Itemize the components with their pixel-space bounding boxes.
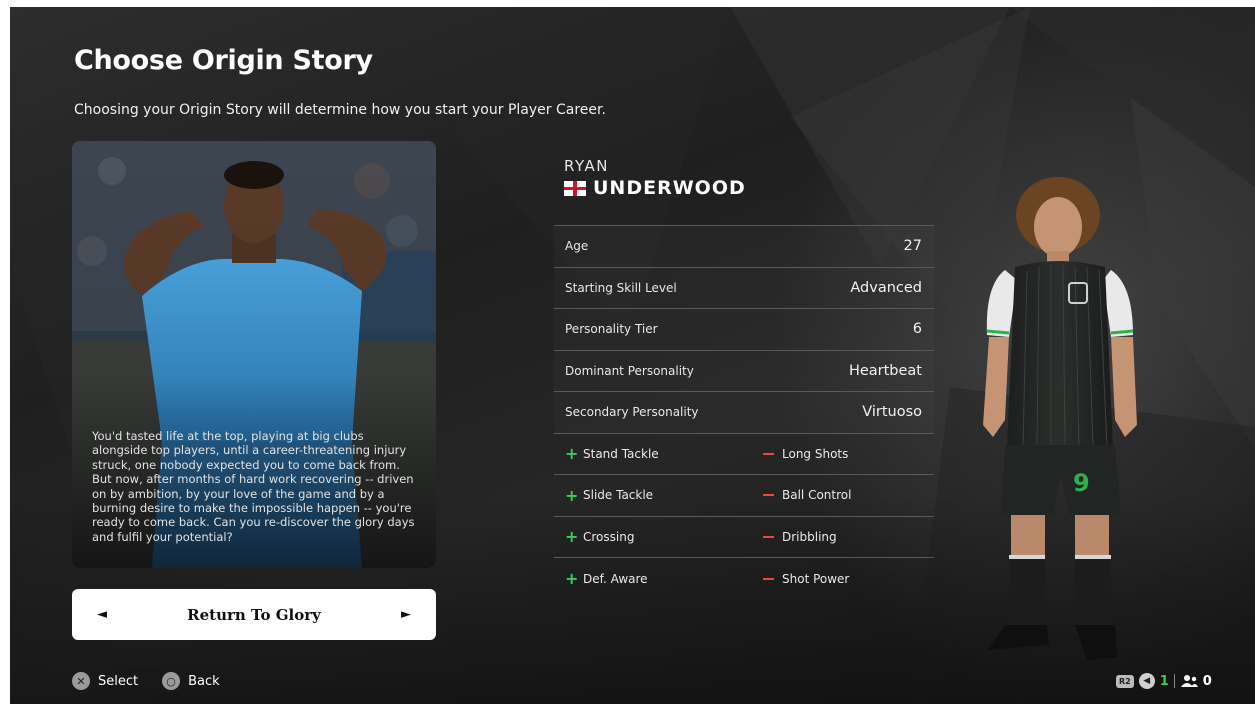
trait-label: Ball Control: [782, 488, 852, 503]
stat-label: Dominant Personality: [565, 363, 694, 378]
plus-icon: +: [565, 444, 579, 464]
plus-icon: +: [565, 527, 579, 547]
stat-row-starting-skill-level: Starting Skill Level Advanced: [554, 266, 934, 309]
minus-icon: [763, 452, 774, 455]
stat-label: Secondary Personality: [565, 405, 699, 420]
positive-trait: + Crossing: [565, 527, 763, 546]
trait-row: + Stand Tackle Long Shots: [554, 434, 934, 475]
england-flag-icon: [564, 180, 586, 196]
r2-button-icon: R2: [1116, 674, 1134, 688]
party-icon: [1180, 675, 1198, 687]
negative-trait: Ball Control: [763, 488, 851, 502]
negative-trait: Shot Power: [763, 572, 849, 586]
select-prompt[interactable]: Select: [98, 674, 138, 689]
plus-icon: +: [565, 569, 579, 589]
page-title: Choose Origin Story: [74, 45, 373, 76]
shirt-number: 9: [1073, 469, 1090, 497]
next-arrow-icon[interactable]: ►: [398, 607, 414, 622]
origin-story-card: You'd tasted life at the top, playing at…: [72, 141, 436, 568]
stat-value: Virtuoso: [862, 404, 922, 421]
trait-label: Def. Aware: [583, 571, 648, 586]
trait-label: Dribbling: [782, 529, 837, 544]
player-model: [983, 177, 1137, 660]
origin-story-selector[interactable]: ◄ Return To Glory ►: [72, 589, 436, 640]
party-count: 0: [1202, 673, 1212, 689]
game-screen: Choose Origin Story Choosing your Origin…: [10, 7, 1255, 704]
trait-row: + Def. Aware Shot Power: [554, 558, 934, 600]
stat-value: Heartbeat: [848, 362, 922, 379]
button-prompts: ✕ Select ○ Back: [72, 672, 220, 690]
positive-trait: + Stand Tackle: [565, 444, 763, 463]
trait-row: + Slide Tackle Ball Control: [554, 475, 934, 517]
stat-value: 6: [912, 321, 922, 338]
player-first-name: RYAN: [564, 157, 609, 175]
voice-chat-status: R2 ◀ 1 0: [1116, 673, 1212, 689]
back-prompt[interactable]: Back: [188, 674, 220, 689]
trait-label: Shot Power: [782, 571, 850, 586]
cross-button-icon: ✕: [72, 672, 90, 690]
circle-button-icon: ○: [162, 672, 181, 690]
stat-label: Personality Tier: [565, 322, 658, 337]
trait-label: Slide Tackle: [583, 488, 654, 503]
stat-label: Age: [565, 239, 589, 254]
player-traits: + Stand Tackle Long Shots + Slide Tackle…: [554, 432, 934, 600]
negative-trait: Dribbling: [763, 530, 837, 544]
stat-row-dominant-personality: Dominant Personality Heartbeat: [554, 349, 934, 392]
minus-icon: [763, 577, 774, 580]
stat-value: Advanced: [850, 279, 922, 296]
positive-trait: + Def. Aware: [565, 569, 763, 588]
positive-trait: + Slide Tackle: [565, 486, 763, 505]
trait-row: + Crossing Dribbling: [554, 517, 934, 558]
plus-icon: +: [565, 485, 579, 505]
stat-label: Starting Skill Level: [565, 280, 677, 295]
stat-value: 27: [903, 238, 922, 255]
player-last-name: UNDERWOOD: [593, 177, 746, 199]
divider: [1173, 674, 1175, 688]
stat-row-secondary-personality: Secondary Personality Virtuoso: [554, 391, 934, 433]
stat-row-personality-tier: Personality Tier 6: [554, 308, 934, 350]
trait-label: Long Shots: [782, 446, 849, 461]
trait-label: Stand Tackle: [583, 446, 659, 461]
minus-icon: [763, 494, 774, 497]
story-description: You'd tasted life at the top, playing at…: [92, 429, 415, 544]
voice-count: 1: [1159, 673, 1169, 689]
player-last-name-row: UNDERWOOD: [564, 177, 746, 199]
previous-arrow-icon[interactable]: ◄: [94, 607, 110, 622]
minus-icon: [763, 535, 774, 538]
page-subtitle: Choosing your Origin Story will determin…: [74, 102, 606, 118]
negative-trait: Long Shots: [763, 447, 848, 461]
voice-icon: ◀: [1138, 673, 1155, 689]
player-stats-table: Age 27 Starting Skill Level Advanced Per…: [554, 225, 934, 600]
stat-row-age: Age 27: [554, 225, 934, 267]
trait-label: Crossing: [583, 529, 635, 544]
selected-origin-story: Return To Glory: [187, 605, 321, 624]
